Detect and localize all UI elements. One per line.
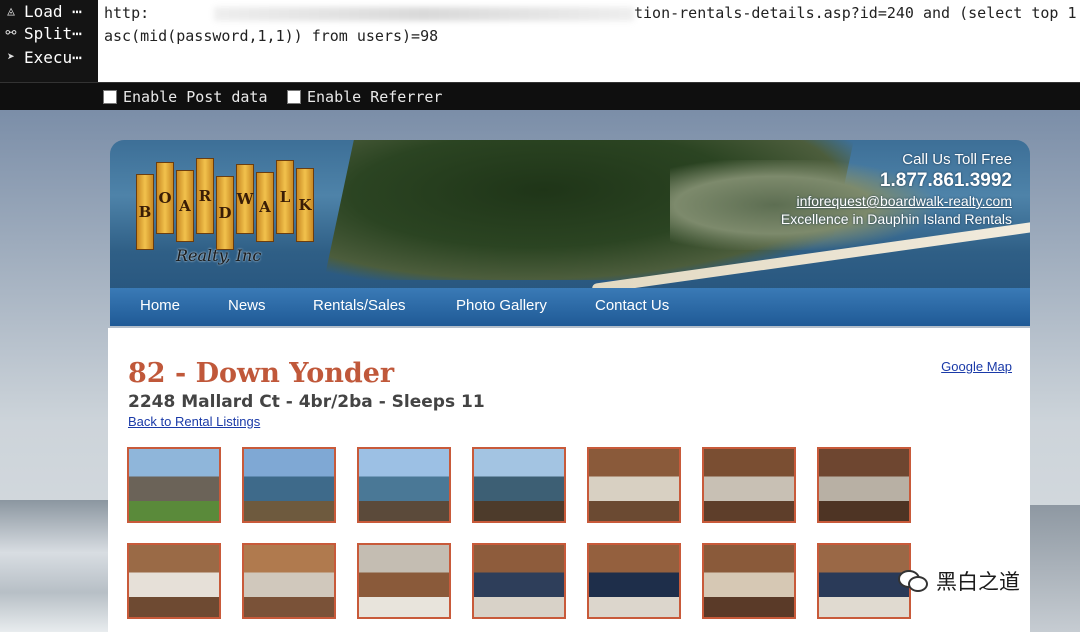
photo-image <box>819 449 909 521</box>
listing-title: 82 - Down Yonder <box>128 358 395 389</box>
background-sea-right <box>1030 505 1080 632</box>
photo-image <box>129 545 219 617</box>
referrer-checkbox[interactable] <box>287 90 301 104</box>
phone-number: 1.877.861.3992 <box>879 170 1012 191</box>
photo-image <box>704 449 794 521</box>
logo-board-letter: A <box>256 172 274 242</box>
photo-image <box>589 449 679 521</box>
photo-thumbnail-living-room-3[interactable] <box>817 447 911 523</box>
logo-board-letter: A <box>176 170 194 242</box>
photo-thumbnail-exterior-house[interactable] <box>127 447 221 523</box>
google-map-link[interactable]: Google Map <box>941 359 1012 374</box>
divider <box>0 82 1080 83</box>
photo-thumbnail-canal-view-2[interactable] <box>357 447 451 523</box>
load-url-button[interactable]: ◬ Load ⋯ <box>0 0 98 24</box>
photo-thumbnail-dining-area[interactable] <box>242 543 336 619</box>
listing-content: 82 - Down Yonder 2248 Mallard Ct - 4br/2… <box>108 328 1030 632</box>
nav-contact-us[interactable]: Contact Us <box>595 297 669 314</box>
url-line-1: http: tion-rentals-details.asp?id=240 and… <box>104 4 1077 22</box>
photo-image <box>359 449 449 521</box>
photo-thumbnail-bedroom-2[interactable] <box>472 543 566 619</box>
photo-image <box>474 449 564 521</box>
nav-home[interactable]: Home <box>140 297 180 314</box>
photo-image <box>244 449 334 521</box>
photo-thumbnail-deck-canal-view[interactable] <box>472 447 566 523</box>
url-line-2: asc(mid(password,1,1)) from users)=98 <box>104 27 439 45</box>
background-sea-left <box>0 500 110 632</box>
logo-board-letter: D <box>216 176 234 250</box>
photo-thumbnail-living-room-2[interactable] <box>702 447 796 523</box>
photo-image <box>359 545 449 617</box>
split-url-button[interactable]: ⚯ Split⋯ <box>0 22 98 46</box>
tagline: Excellence in Dauphin Island Rentals <box>780 211 1012 227</box>
load-icon: ◬ <box>7 4 15 19</box>
photo-image <box>244 545 334 617</box>
photo-thumbnail-bedroom-1[interactable] <box>127 543 221 619</box>
nav-news[interactable]: News <box>228 297 266 314</box>
url-textarea[interactable]: http: tion-rentals-details.asp?id=240 and… <box>98 0 1080 82</box>
photo-thumbnail-bedroom-4[interactable] <box>702 543 796 619</box>
enable-referrer-option[interactable]: Enable Referrer <box>287 88 442 106</box>
post-data-checkbox[interactable] <box>103 90 117 104</box>
photo-image <box>589 545 679 617</box>
photo-thumbnail-bedroom-3[interactable] <box>587 543 681 619</box>
logo-board-letter: L <box>276 160 294 234</box>
execute-icon: ➤ <box>7 50 15 65</box>
nav-rentals-sales[interactable]: Rentals/Sales <box>313 297 406 314</box>
main-nav: Home News Rentals/Sales Photo Gallery Co… <box>110 288 1030 326</box>
photo-image <box>129 449 219 521</box>
email-link[interactable]: inforequest@boardwalk-realty.com <box>781 192 1013 210</box>
logo-board-letter: W <box>236 164 254 234</box>
split-icon: ⚯ <box>5 26 17 41</box>
hackbar-button-column: ◬ Load ⋯ ⚯ Split⋯ ➤ Execu⋯ <box>0 0 98 82</box>
logo-board-letter: B <box>136 174 154 250</box>
nav-photo-gallery[interactable]: Photo Gallery <box>456 297 547 314</box>
photo-thumbnail-kitchen[interactable] <box>357 543 451 619</box>
photo-image <box>704 545 794 617</box>
watermark: 黑白之道 <box>898 566 1020 596</box>
call-label: Call Us Toll Free <box>902 151 1012 168</box>
photo-thumbnail-bedroom-5[interactable] <box>817 543 911 619</box>
hackbar-options: Enable Post data Enable Referrer <box>0 82 1080 110</box>
logo-board-letter: K <box>296 168 314 242</box>
redacted-domain <box>214 6 634 21</box>
execute-button[interactable]: ➤ Execu⋯ <box>0 46 98 70</box>
site-banner: BOARDWALK Realty, Inc Call Us Toll Free … <box>110 140 1030 326</box>
photo-thumbnail-living-room-1[interactable] <box>587 447 681 523</box>
hackbar-toolbar: ◬ Load ⋯ ⚯ Split⋯ ➤ Execu⋯ http: tion-ren… <box>0 0 1080 110</box>
contact-info: Call Us Toll Free 1.877.861.3992 inforeq… <box>781 150 1012 228</box>
photo-image <box>819 545 909 617</box>
logo-board-letter: O <box>156 162 174 234</box>
photo-image <box>474 545 564 617</box>
enable-post-data-option[interactable]: Enable Post data <box>103 88 268 106</box>
boardwalk-logo[interactable]: BOARDWALK Realty, Inc <box>136 158 326 268</box>
back-to-listings-link[interactable]: Back to Rental Listings <box>128 414 260 429</box>
listing-subtitle: 2248 Mallard Ct - 4br/2ba - Sleeps 11 <box>128 392 485 412</box>
logo-board-letter: R <box>196 158 214 234</box>
photo-thumbnail-canal-view-1[interactable] <box>242 447 336 523</box>
wechat-icon <box>898 570 928 592</box>
